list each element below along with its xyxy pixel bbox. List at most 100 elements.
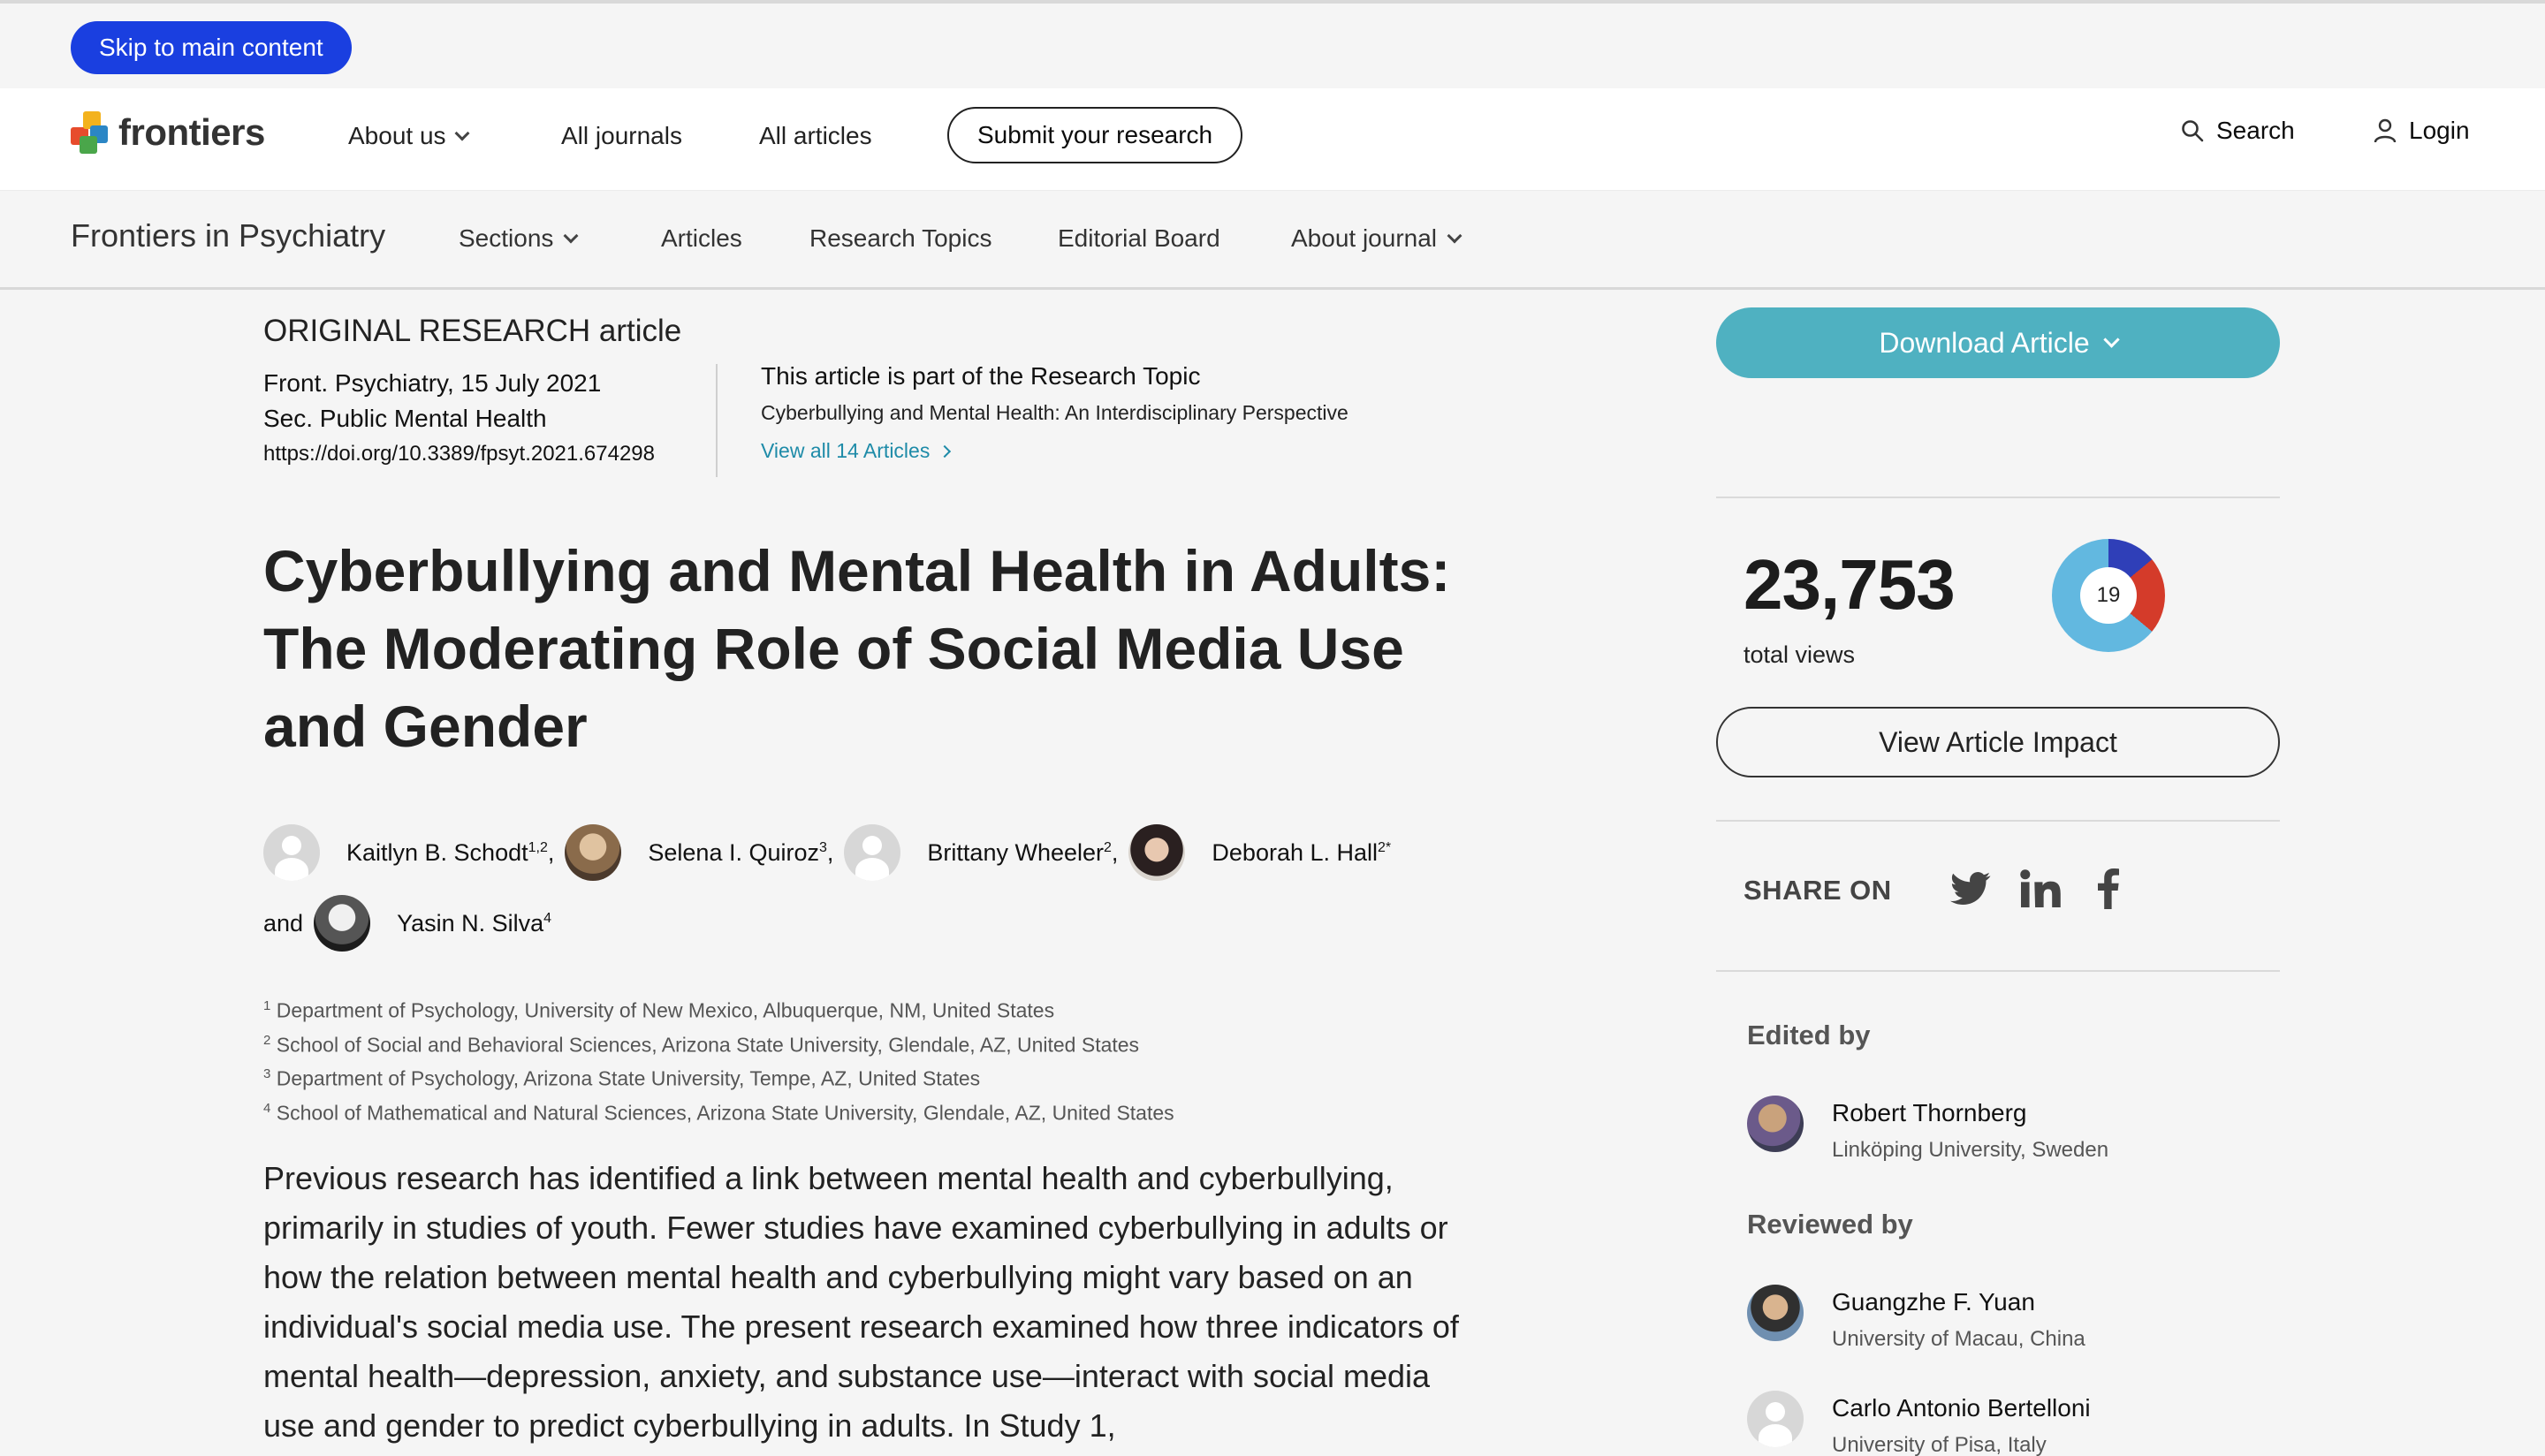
doi-link[interactable]: https://doi.org/10.3389/fpsyt.2021.67429… bbox=[263, 436, 655, 472]
sidebar-divider bbox=[1716, 820, 2280, 822]
reviewer-name: Guangzhe F. Yuan bbox=[1832, 1288, 2035, 1316]
skip-to-content-button[interactable]: Skip to main content bbox=[71, 21, 352, 74]
author-name[interactable]: Selena I. Quiroz3 bbox=[648, 839, 827, 867]
reviewer-affiliation: University of Macau, China bbox=[1832, 1327, 2085, 1351]
chevron-right-icon bbox=[938, 444, 952, 458]
view-all-articles-label: View all 14 Articles bbox=[761, 439, 931, 462]
linkedin-share-button[interactable] bbox=[2018, 866, 2063, 912]
nav-all-journals-label: All journals bbox=[561, 122, 682, 149]
author-separator: , bbox=[826, 838, 834, 866]
search-button[interactable]: Search bbox=[2181, 117, 2295, 145]
author-separator: , bbox=[1111, 838, 1119, 866]
chevron-down-icon bbox=[2102, 330, 2120, 348]
journal-nav-about-journal[interactable]: About journal bbox=[1291, 224, 1462, 253]
affiliation-item: 4 School of Mathematical and Natural Sci… bbox=[263, 1100, 1174, 1125]
author-name[interactable]: Deborah L. Hall2* bbox=[1212, 839, 1391, 867]
twitter-share-button[interactable] bbox=[1949, 866, 1992, 912]
affiliation-item: 1 Department of Psychology, University o… bbox=[263, 998, 1055, 1022]
editor-avatar bbox=[1747, 1096, 1804, 1152]
reviewer-affiliation: University of Pisa, Italy bbox=[1832, 1433, 2047, 1456]
edited-by-heading: Edited by bbox=[1747, 1020, 1871, 1050]
login-button[interactable]: Login bbox=[2374, 117, 2470, 145]
altmetric-badge[interactable]: 19 bbox=[2052, 539, 2165, 652]
nav-all-journals[interactable]: All journals bbox=[561, 122, 682, 150]
journal-nav-sections[interactable]: Sections bbox=[459, 224, 579, 253]
reviewer-avatar bbox=[1747, 1391, 1804, 1447]
total-views-label: total views bbox=[1744, 641, 1856, 668]
share-on-label: SHARE ON bbox=[1744, 875, 1892, 906]
twitter-icon bbox=[1950, 872, 1991, 906]
article-title: Cyberbullying and Mental Health in Adult… bbox=[263, 538, 1451, 759]
reviewer-item[interactable]: Guangzhe F. Yuan University of Macau, Ch… bbox=[1747, 1285, 2085, 1352]
author-row: Kaitlyn B. Schodt1,2, Selena I. Quiroz3,… bbox=[263, 822, 1518, 883]
user-icon bbox=[2374, 118, 2397, 143]
sidebar-divider bbox=[1716, 497, 2280, 498]
research-topic-name[interactable]: Cyberbullying and Mental Health: An Inte… bbox=[761, 401, 1348, 425]
journal-nav-sections-label: Sections bbox=[459, 224, 554, 252]
meta-divider bbox=[716, 364, 718, 477]
facebook-icon bbox=[2098, 868, 2119, 909]
total-views-count: 23,753 bbox=[1744, 545, 1956, 624]
author-name[interactable]: Yasin N. Silva4 bbox=[397, 910, 551, 937]
journal-nav-editorial-board[interactable]: Editorial Board bbox=[1058, 224, 1220, 253]
skip-bar: Skip to main content bbox=[0, 4, 2545, 88]
editor-name: Robert Thornberg bbox=[1832, 1099, 2027, 1126]
linkedin-icon bbox=[2020, 869, 2061, 908]
author-row: and Yasin N. Silva4 bbox=[263, 892, 1518, 954]
download-article-label: Download Article bbox=[1879, 326, 2090, 359]
facebook-share-button[interactable] bbox=[2094, 866, 2123, 912]
chevron-down-icon bbox=[563, 228, 579, 244]
view-all-articles-link[interactable]: View all 14 Articles bbox=[761, 439, 1348, 463]
editor-affiliation: Linköping University, Sweden bbox=[1832, 1138, 2109, 1162]
journal-nav-research-topics[interactable]: Research Topics bbox=[809, 224, 991, 253]
logo-text: frontiers bbox=[118, 111, 265, 153]
chevron-down-icon bbox=[454, 125, 470, 141]
journal-nav-bar: Frontiers in Psychiatry Sections Article… bbox=[0, 191, 2545, 290]
author-avatar[interactable] bbox=[565, 824, 622, 881]
submit-research-button[interactable]: Submit your research bbox=[947, 107, 1243, 163]
and-word: and bbox=[263, 909, 304, 937]
journal-nav-editorial-board-label: Editorial Board bbox=[1058, 224, 1220, 252]
article-section: Sec. Public Mental Health bbox=[263, 405, 547, 432]
frontiers-logo[interactable]: frontiers bbox=[71, 111, 265, 154]
nav-all-articles-label: All articles bbox=[759, 122, 872, 149]
altmetric-score: 19 bbox=[2080, 567, 2137, 624]
journal-nav-research-topics-label: Research Topics bbox=[809, 224, 992, 252]
frontiers-logo-icon bbox=[71, 111, 110, 154]
download-article-button[interactable]: Download Article bbox=[1716, 307, 2280, 378]
author-name[interactable]: Kaitlyn B. Schodt1,2 bbox=[346, 839, 548, 867]
journal-nav-about-journal-label: About journal bbox=[1291, 224, 1438, 252]
search-label: Search bbox=[2216, 117, 2295, 144]
journal-nav-articles[interactable]: Articles bbox=[661, 224, 742, 253]
reviewer-name: Carlo Antonio Bertelloni bbox=[1832, 1394, 2091, 1422]
author-avatar[interactable] bbox=[1128, 824, 1186, 881]
affiliations: 1 Department of Psychology, University o… bbox=[263, 991, 1174, 1128]
nav-all-articles[interactable]: All articles bbox=[759, 122, 872, 150]
nav-about-us-label: About us bbox=[348, 122, 446, 149]
research-topic-heading: This article is part of the Research Top… bbox=[761, 362, 1201, 390]
login-label: Login bbox=[2409, 117, 2470, 144]
journal-date: Front. Psychiatry, 15 July 2021 bbox=[263, 369, 602, 397]
editor-item[interactable]: Robert Thornberg Linköping University, S… bbox=[1747, 1096, 2108, 1163]
site-header: frontiers About us All journals All arti… bbox=[0, 88, 2545, 191]
reviewed-by-heading: Reviewed by bbox=[1747, 1209, 1913, 1240]
view-article-impact-button[interactable]: View Article Impact bbox=[1716, 707, 2280, 777]
author-separator: , bbox=[547, 838, 555, 866]
article-meta: Front. Psychiatry, 15 July 2021 Sec. Pub… bbox=[263, 366, 655, 472]
chevron-down-icon bbox=[1447, 228, 1462, 244]
affiliation-item: 3 Department of Psychology, Arizona Stat… bbox=[263, 1066, 981, 1090]
journal-nav-articles-label: Articles bbox=[661, 224, 742, 252]
abstract-text: Previous research has identified a link … bbox=[263, 1160, 1459, 1444]
reviewer-item[interactable]: Carlo Antonio Bertelloni University of P… bbox=[1747, 1391, 2091, 1456]
author-name[interactable]: Brittany Wheeler2 bbox=[927, 839, 1111, 867]
author-avatar[interactable] bbox=[844, 824, 901, 881]
reviewer-avatar bbox=[1747, 1285, 1804, 1341]
affiliation-item: 2 School of Social and Behavioral Scienc… bbox=[263, 1032, 1140, 1057]
author-list: Kaitlyn B. Schodt1,2, Selena I. Quiroz3,… bbox=[263, 822, 1518, 954]
nav-about-us[interactable]: About us bbox=[348, 122, 470, 150]
author-avatar[interactable] bbox=[263, 824, 320, 881]
article-type: ORIGINAL RESEARCH article bbox=[263, 314, 682, 348]
journal-title[interactable]: Frontiers in Psychiatry bbox=[71, 217, 385, 254]
sidebar-divider bbox=[1716, 970, 2280, 972]
author-avatar[interactable] bbox=[314, 895, 371, 952]
